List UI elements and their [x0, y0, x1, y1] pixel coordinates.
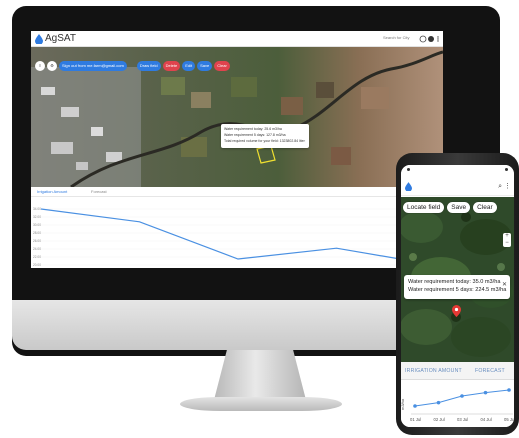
phone-info-popup: Water requirement today: 35.0 m3/ha Wate…	[404, 275, 510, 299]
popup-total-volume: Total required volume for your field: 13…	[224, 139, 306, 143]
phone-search-icon[interactable]: ⌕	[498, 183, 502, 191]
phone-save-button[interactable]: Save	[447, 202, 471, 213]
phone-status-bar	[401, 165, 514, 177]
account-icon	[428, 36, 434, 42]
phone-water-today: Water requirement today: 35.0 m3/ha	[408, 279, 501, 285]
field-info-popup: Water requirement today: 25.6 m3/ha Wate…	[221, 124, 309, 148]
y-tick-label: 28.00	[33, 231, 41, 235]
menu-button[interactable]: ≡	[35, 61, 45, 71]
water-drop-icon	[35, 34, 43, 44]
y-tick-label: 32.00	[33, 215, 41, 219]
monitor-stand-neck	[214, 350, 306, 400]
settings-button[interactable]: ⚙	[47, 61, 57, 71]
close-icon[interactable]: ✕	[502, 281, 507, 288]
x-tick-label: 04 Jul	[481, 417, 492, 422]
app-header: AgSAT Search for City	[31, 31, 443, 47]
y-tick-label: 20.00	[33, 263, 41, 267]
series-line	[414, 389, 510, 407]
data-point	[436, 400, 441, 405]
y-tick-label: 24.00	[33, 247, 41, 251]
phone-map-actions: Locate field Save Clear	[403, 202, 497, 213]
search-icon	[419, 35, 427, 43]
stage: AgSAT Search for City ≡ ⚙ Sign out from …	[0, 0, 519, 438]
phone-chart-tabs: IRRIGATION AMOUNT FORECAST	[401, 362, 514, 380]
y-tick-label: 30.00	[33, 223, 41, 227]
x-tick-label: 05 Jul	[504, 417, 514, 422]
data-point	[483, 390, 488, 395]
menu-icon	[437, 36, 439, 38]
phone-menu-icon[interactable]: ⋮	[504, 182, 511, 190]
phone-clear-button[interactable]: Clear	[473, 202, 497, 213]
phone-header: ⌕ ⋮	[401, 178, 514, 196]
irrigation-chart: 34.00 32.00 30.00 28.00 26.00 24.00 22.00 20.00…	[33, 207, 436, 267]
data-point	[460, 394, 464, 398]
clear-button[interactable]: Clear	[214, 61, 230, 71]
data-point	[507, 388, 511, 392]
y-tick-label: 34.00	[33, 207, 41, 211]
y-tick-label: 26.00	[33, 239, 41, 243]
phone-body: ⌕ ⋮ Locate field Save Clear + − Water re…	[396, 153, 519, 435]
draw-field-button[interactable]: Draw field	[136, 61, 161, 71]
map-toolbar: ≡ ⚙ Sign out from me.farm@gmail.com Draw…	[35, 61, 230, 71]
monitor-stand-base	[180, 397, 342, 411]
hamburger-icon: ≡	[38, 63, 42, 68]
gear-icon: ⚙	[50, 63, 54, 68]
phone-tab-forecast[interactable]: FORECAST	[475, 368, 505, 374]
phone-water-5days: Water requirement 5 days: 224.5 m3/ha	[408, 287, 507, 293]
x-tick-label: 02 Jul	[434, 417, 445, 422]
tab-irrigation-amount[interactable]: Irrigation Amount	[37, 189, 67, 194]
phone-screen: ⌕ ⋮ Locate field Save Clear + − Water re…	[401, 165, 514, 427]
phone-tab-irrigation[interactable]: IRRIGATION AMOUNT	[405, 368, 462, 374]
tab-forecast[interactable]: Forecast	[91, 189, 107, 194]
save-button[interactable]: Save	[197, 61, 213, 71]
phone-irrigation-chart: m3/ha 01 Jul 02 Jul 03 Jul 04 Jul 05 Jul	[401, 380, 514, 427]
water-drop-icon	[405, 182, 412, 191]
data-point	[413, 404, 417, 408]
edit-button[interactable]: Edit	[182, 61, 196, 71]
location-pin-icon	[452, 305, 461, 317]
delete-button[interactable]: Delete	[162, 61, 181, 71]
header-icons	[419, 35, 439, 43]
x-tick-label: 03 Jul	[457, 417, 468, 422]
sign-out-button[interactable]: Sign out from me.farm@gmail.com	[59, 61, 127, 71]
x-tick-label: 01 Jul	[410, 417, 421, 422]
y-tick-label: 22.00	[33, 255, 41, 259]
chart-tabs: Irrigation Amount Forecast	[31, 187, 443, 197]
desktop-screen: AgSAT Search for City ≡ ⚙ Sign out from …	[31, 31, 443, 268]
y-axis-label: m3/ha	[401, 398, 405, 410]
series-line	[40, 208, 436, 266]
zoom-control[interactable]: + −	[503, 233, 511, 247]
locate-field-button[interactable]: Locate field	[403, 202, 445, 213]
app-brand: AgSAT	[45, 33, 76, 44]
